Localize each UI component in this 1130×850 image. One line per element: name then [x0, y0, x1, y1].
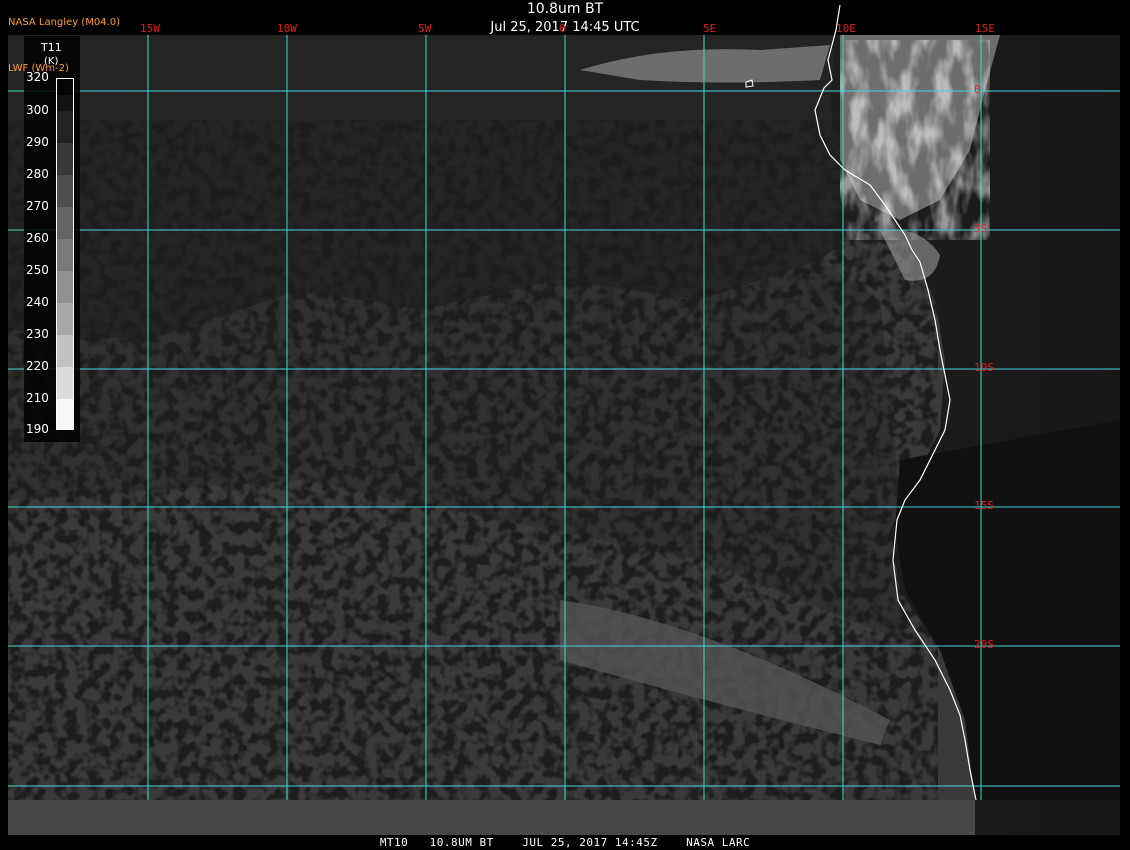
cloud-streaks	[840, 40, 990, 240]
legend-tick: 280	[26, 167, 49, 181]
legend-tick: 260	[26, 231, 49, 245]
latitude-label: 15S	[974, 499, 994, 512]
legend-tick: 320	[26, 70, 49, 84]
longitude-label: 0	[559, 22, 566, 35]
longitude-label: 5W	[418, 22, 432, 35]
product-title: 10.8um BT	[526, 1, 604, 17]
latitude-label: 5S	[974, 222, 988, 235]
legend-tick: 240	[26, 295, 49, 309]
latitude-label: 20S	[974, 638, 994, 651]
legend-tick: 300	[26, 103, 49, 117]
longitude-label: 15E	[975, 22, 995, 35]
legend-tick: 210	[26, 391, 49, 405]
legend-variable: T11	[41, 41, 62, 54]
legend-tick: 250	[26, 263, 49, 277]
latitude-label: 10S	[974, 361, 994, 374]
satellite-map: 10.8um BT Jul 25, 2017 14:45 UTC NASA La…	[0, 0, 1130, 850]
legend-tick: 230	[26, 327, 49, 341]
longitude-label: 10W	[277, 22, 297, 35]
legend-tick: 290	[26, 135, 49, 149]
longitude-label: 10E	[836, 22, 856, 35]
longitude-label: 15W	[140, 22, 160, 35]
legend-tick: 190	[26, 422, 49, 436]
credit-label: NASA Langley (M04.0)	[8, 17, 120, 28]
legend-tick: 220	[26, 359, 49, 373]
latitude-label: 0	[974, 83, 981, 96]
footer-caption: MT10 10.8UM BT JUL 25, 2017 14:45Z NASA …	[379, 836, 751, 849]
map-canvas	[8, 4, 1120, 835]
legend-tick: 270	[26, 199, 49, 213]
southern-strip	[8, 800, 1120, 835]
longitude-label: 5E	[703, 22, 717, 35]
